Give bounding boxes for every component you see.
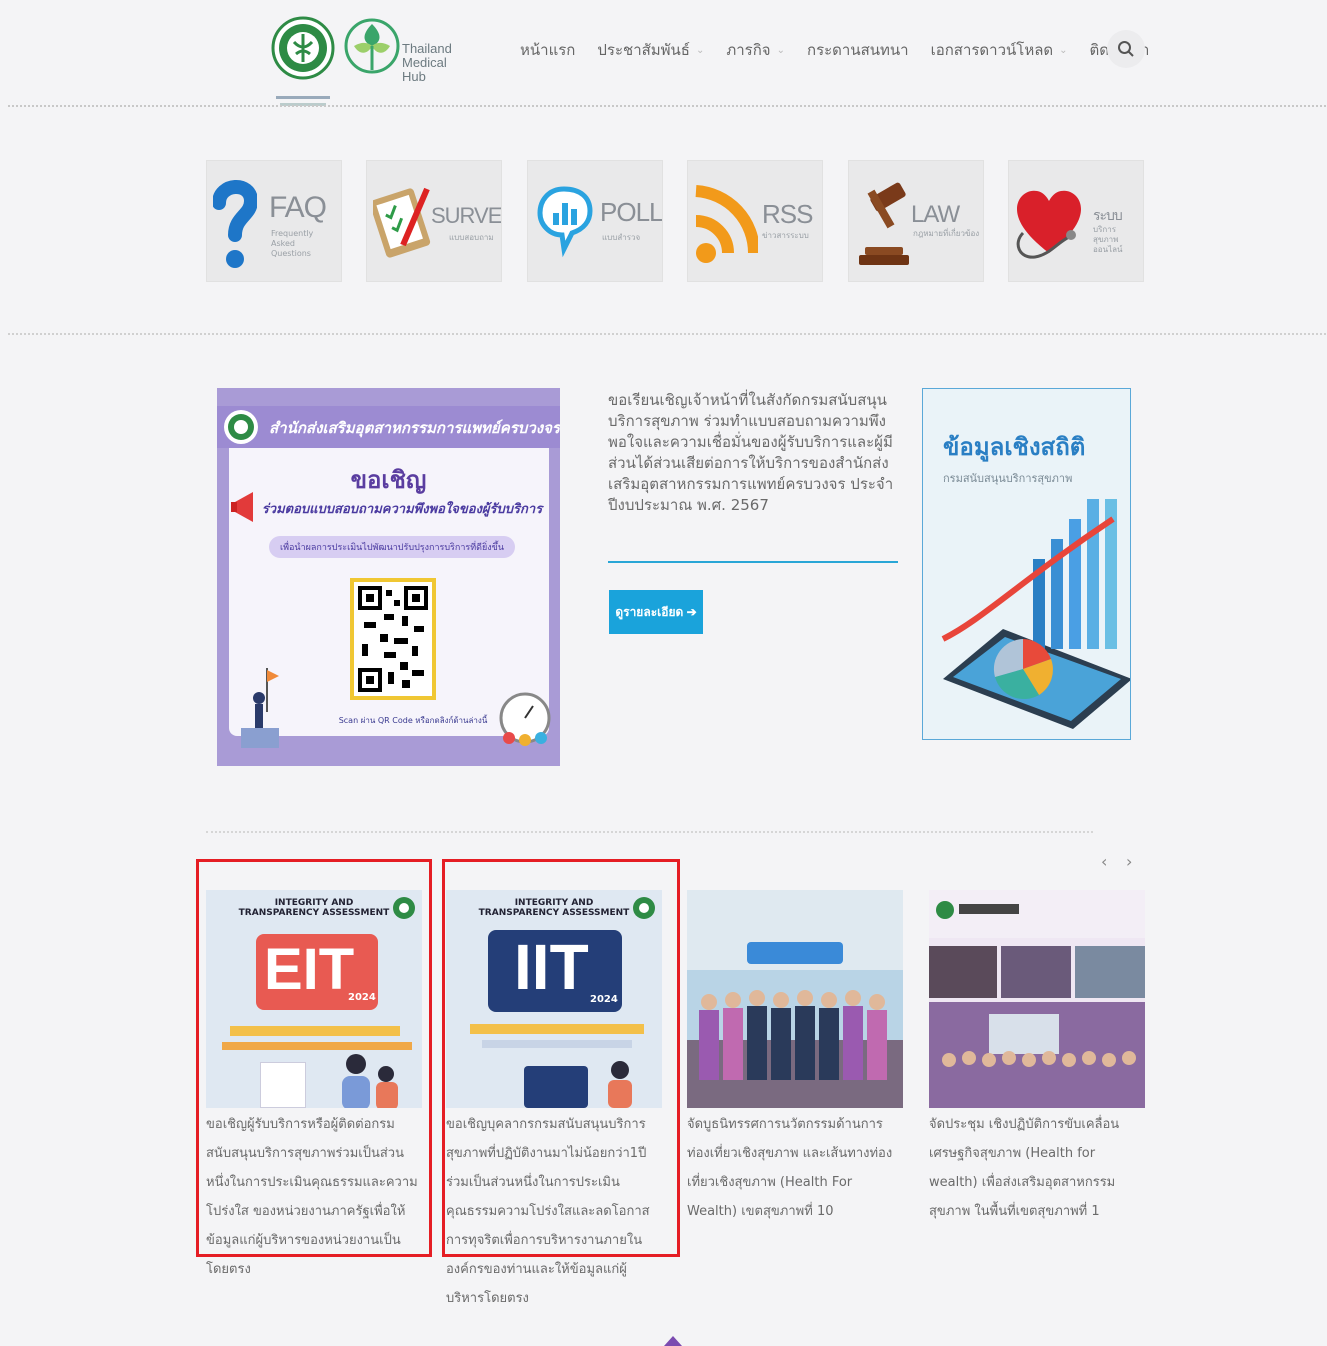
chevron-down-icon: ⌄ <box>695 44 705 56</box>
nav-missions[interactable]: ภารกิจ ⌄ <box>726 38 785 62</box>
meeting-event-photo <box>929 890 1145 1108</box>
tile-health-system-title: ระบบ <box>1093 207 1123 223</box>
poster-subtitle: ร่วมตอบแบบสอบถามความพึงพอใจของผู้รับบริก… <box>261 502 543 517</box>
tile-rss[interactable]: RSS ข่าวสารระบบ <box>687 160 823 282</box>
clock-icon <box>499 692 551 746</box>
megaphone-icon <box>231 492 253 522</box>
highlight-box-eit <box>196 859 432 1257</box>
news-divider <box>206 831 1093 833</box>
meeting-collage-graphic <box>929 890 1145 1108</box>
gavel-icon <box>859 182 909 265</box>
qr-code <box>350 578 436 700</box>
search-button[interactable] <box>1107 30 1145 68</box>
carousel-next-button[interactable]: › <box>1126 852 1132 871</box>
search-icon <box>1118 41 1134 57</box>
site-header: Thailand Medical Hub หน้าแรก ประชาสัมพัน… <box>0 0 1327 107</box>
heart-stethoscope-icon <box>1016 190 1081 259</box>
chevron-down-icon: ⌄ <box>1059 44 1068 56</box>
survey-divider <box>608 561 898 563</box>
nav-home-label: หน้าแรก <box>520 41 576 59</box>
back-to-top-icon[interactable] <box>664 1336 682 1346</box>
tile-health-system[interactable]: ระบบ บริการสุขภาพ ออนไลน์ <box>1008 160 1144 282</box>
chevron-down-icon: ⌄ <box>776 44 785 56</box>
poster-invite: ขอเชิญ <box>350 466 427 494</box>
survey-invitation-text: ขอเรียนเชิญเจ้าหน้าที่ในสังกัดกรมสนับสนุ… <box>608 391 894 514</box>
page: Thailand Medical Hub หน้าแรก ประชาสัมพัน… <box>0 0 1327 1346</box>
tile-survey[interactable]: SURVEY แบบสอบถาม <box>366 160 502 282</box>
poster-header-band: สำนักส่งเสริมอุตสาหกรรมการแพทย์ครบวงจร <box>217 406 560 448</box>
tile-law-title: LAW <box>911 201 960 228</box>
tile-poll-subtitle: แบบสำรวจ <box>602 233 641 242</box>
tile-rss-title: RSS <box>762 199 813 229</box>
tile-faq[interactable]: FAQ Frequently Asked Questions <box>206 160 342 282</box>
news-caption-health-meeting[interactable]: จัดประชุม เชิงปฏิบัติการขับเคลื่อนเศรษฐก… <box>929 1110 1145 1226</box>
statistics-title: ข้อมูลเชิงสถิติ <box>943 433 1086 461</box>
nav-missions-label: ภารกิจ <box>726 41 771 59</box>
survey-poster[interactable]: สำนักส่งเสริมอุตสาหกรรมการแพทย์ครบวงจร ข… <box>217 388 560 766</box>
tile-survey-subtitle: แบบสอบถาม <box>449 233 494 242</box>
rss-feed-icon <box>695 185 758 263</box>
statistics-banner[interactable]: ข้อมูลเชิงสถิติ กรมสนับสนุนบริการสุขภาพ <box>922 388 1131 740</box>
carousel-prev-button[interactable]: ‹ <box>1101 852 1107 871</box>
booth-event-photo <box>687 890 903 1108</box>
nav-downloads[interactable]: เอกสารดาวน์โหลด ⌄ <box>931 38 1068 62</box>
nav-webboard[interactable]: กระดานสนทนา <box>807 38 909 62</box>
tile-health-system-subtitle: บริการสุขภาพ ออนไลน์ <box>1093 225 1123 254</box>
news-card-health-booth[interactable]: จัดบูธนิทรรศการนวัตกรรมด้านการท่องเที่ยว… <box>687 890 903 1226</box>
poster-pill: เพื่อนำผลการประเมินไปพัฒนาปรับปรุงการบริ… <box>269 536 515 558</box>
statistics-chart-graphic <box>941 499 1130 729</box>
nav-public-relations[interactable]: ประชาสัมพันธ์ ⌄ <box>597 38 704 62</box>
tile-faq-subtitle: Frequently Asked Questions <box>271 229 314 258</box>
question-mark-icon <box>213 180 257 268</box>
tile-law[interactable]: LAW กฎหมายที่เกี่ยวข้อง <box>848 160 984 282</box>
tile-poll-title: POLL <box>600 197 663 227</box>
tmh-logo-line1: Thailand <box>402 41 452 56</box>
survey-details-button[interactable]: ดูรายละเอียด ➔ <box>609 590 703 634</box>
nav-public-relations-label: ประชาสัมพันธ์ <box>597 41 690 59</box>
poster-footer: Scan ผ่าน QR Code หรือกดลิงก์ด้านล่างนี้ <box>338 716 488 725</box>
thailand-medical-hub-logo[interactable]: Thailand Medical Hub <box>344 8 474 96</box>
main-nav: หน้าแรก ประชาสัมพันธ์ ⌄ ภารกิจ ⌄ กระดานสนท… <box>520 38 1171 62</box>
poll-chat-icon <box>537 186 593 258</box>
tile-poll[interactable]: POLL แบบสำรวจ <box>527 160 663 282</box>
tile-law-subtitle: กฎหมายที่เกี่ยวข้อง <box>913 229 980 238</box>
moph-logo[interactable] <box>270 8 336 118</box>
moph-emblem-icon <box>224 410 258 444</box>
tmh-logo-line2: Medical Hub <box>402 55 447 84</box>
nav-downloads-label: เอกสารดาวน์โหลด <box>930 41 1054 59</box>
tile-faq-title: FAQ <box>269 191 327 224</box>
clipboard-survey-icon <box>373 187 431 258</box>
header-divider <box>8 105 1326 107</box>
nav-home[interactable]: หน้าแรก <box>520 38 575 62</box>
tiles-divider <box>8 333 1326 335</box>
news-card-health-meeting[interactable]: จัดประชุม เชิงปฏิบัติการขับเคลื่อนเศรษฐก… <box>929 890 1145 1226</box>
tile-survey-title: SURVEY <box>431 203 502 228</box>
person-flag-icon <box>241 668 279 748</box>
group-photo-graphic <box>687 890 903 1108</box>
highlight-box-iit <box>442 859 680 1257</box>
poster-header-text: สำนักส่งเสริมอุตสาหกรรมการแพทย์ครบวงจร <box>269 419 560 437</box>
news-caption-health-booth[interactable]: จัดบูธนิทรรศการนวัตกรรมด้านการท่องเที่ยว… <box>687 1110 903 1226</box>
statistics-subtitle: กรมสนับสนุนบริการสุขภาพ <box>943 472 1073 485</box>
nav-webboard-label: กระดานสนทนา <box>806 41 909 59</box>
qr-code-graphic <box>358 586 428 692</box>
tile-rss-subtitle: ข่าวสารระบบ <box>762 231 809 240</box>
